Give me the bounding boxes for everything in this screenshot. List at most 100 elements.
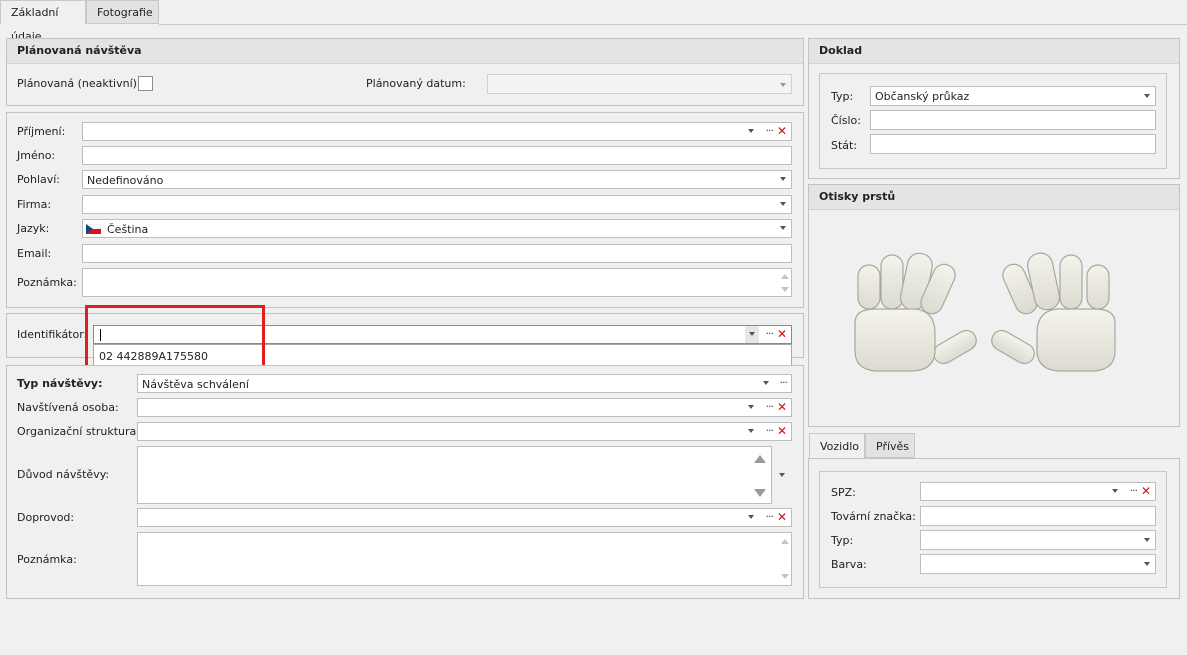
visit-note-label: Poznámka:	[17, 553, 77, 566]
document-title: Doklad	[809, 39, 1179, 64]
clear-icon[interactable]: ✕	[777, 423, 787, 440]
dropdown-button[interactable]	[745, 326, 759, 343]
ellipsis-icon[interactable]: ···	[766, 326, 774, 342]
visited-person-label: Navštívená osoba:	[17, 401, 119, 414]
name-label: Jméno:	[17, 149, 56, 162]
visit-reason-textarea[interactable]	[137, 446, 772, 504]
scroll-down-icon[interactable]	[781, 287, 789, 292]
document-type-select[interactable]: Občanský průkaz	[870, 86, 1156, 106]
scroll-up-icon[interactable]	[781, 539, 789, 544]
fingerprints-title: Otisky prstů	[809, 185, 1179, 210]
chevron-down-icon[interactable]	[748, 405, 754, 409]
chevron-down-icon[interactable]	[779, 473, 785, 477]
document-type-label: Typ:	[831, 90, 854, 103]
scroll-up-icon[interactable]	[754, 455, 766, 463]
escort-field[interactable]: ··· ✕	[137, 508, 792, 527]
scroll-down-icon[interactable]	[781, 574, 789, 579]
company-label: Firma:	[17, 198, 52, 211]
planned-visit-title: Plánovaná návštěva	[7, 39, 803, 64]
escort-label: Doprovod:	[17, 511, 75, 524]
chevron-down-icon[interactable]	[1144, 538, 1150, 542]
vehicle-type-label: Typ:	[831, 534, 854, 547]
right-thumb[interactable]	[988, 327, 1038, 367]
document-type-value: Občanský průkaz	[875, 90, 970, 103]
planned-visit-panel: Plánovaná návštěva	[6, 38, 804, 106]
ellipsis-icon[interactable]: ···	[766, 399, 774, 415]
right-ring-finger[interactable]	[1059, 254, 1083, 310]
chevron-down-icon[interactable]	[780, 177, 786, 181]
chevron-down-icon[interactable]	[1144, 562, 1150, 566]
tab-vehicle[interactable]: Vozidlo	[809, 433, 865, 458]
chevron-down-icon[interactable]	[748, 515, 754, 519]
person-note-label: Poznámka:	[17, 276, 77, 289]
document-state-field[interactable]	[870, 134, 1156, 154]
brand-field[interactable]	[920, 506, 1156, 526]
ellipsis-icon[interactable]: ···	[766, 509, 774, 525]
hands-icon[interactable]	[845, 245, 1130, 380]
tab-photo[interactable]: Fotografie	[86, 0, 159, 24]
left-thumb[interactable]	[930, 327, 980, 367]
tab-trailer[interactable]: Přívěs	[865, 433, 915, 458]
clear-icon[interactable]: ✕	[777, 326, 787, 343]
identifier-label: Identifikátor:	[17, 328, 88, 341]
planned-date-field[interactable]	[487, 74, 792, 94]
document-number-label: Číslo:	[831, 114, 861, 127]
chevron-down-icon[interactable]	[1144, 94, 1150, 98]
ellipsis-icon[interactable]: ···	[766, 423, 774, 439]
person-note-textarea[interactable]	[82, 268, 792, 297]
name-field[interactable]	[82, 146, 792, 165]
chevron-down-icon[interactable]	[780, 83, 786, 87]
gender-select[interactable]: Nedefinováno	[82, 170, 792, 189]
tab-basic-info[interactable]: Základní údaje	[0, 0, 86, 43]
org-structure-field[interactable]: ··· ✕	[137, 422, 792, 441]
ellipsis-icon[interactable]: ···	[1130, 483, 1138, 499]
clear-icon[interactable]: ✕	[1141, 483, 1151, 500]
planned-inactive-label: Plánovaná (neaktivní):	[17, 77, 141, 90]
visited-person-field[interactable]: ··· ✕	[137, 398, 792, 417]
scroll-up-icon[interactable]	[781, 274, 789, 279]
visit-note-textarea[interactable]	[137, 532, 792, 586]
gender-value: Nedefinováno	[87, 174, 164, 187]
language-value: Čeština	[107, 223, 149, 236]
org-structure-label: Organizační struktura:	[17, 425, 140, 438]
color-label: Barva:	[831, 558, 867, 571]
ellipsis-icon[interactable]: ···	[766, 123, 774, 139]
clear-icon[interactable]: ✕	[777, 399, 787, 416]
tab-label: Vozidlo	[820, 440, 859, 453]
surname-label: Příjmení:	[17, 125, 66, 138]
chevron-down-icon[interactable]	[780, 226, 786, 230]
chevron-down-icon[interactable]	[748, 129, 754, 133]
clear-icon[interactable]: ✕	[777, 509, 787, 526]
language-label: Jazyk:	[17, 222, 50, 235]
visit-type-value: Návštěva schválení	[142, 378, 249, 391]
visit-type-label: Typ návštěvy:	[17, 377, 103, 390]
planned-date-label: Plánovaný datum:	[366, 77, 466, 90]
chevron-down-icon[interactable]	[1112, 489, 1118, 493]
chevron-down-icon[interactable]	[748, 429, 754, 433]
tab-label: Přívěs	[876, 440, 910, 453]
left-ring-finger[interactable]	[880, 254, 904, 310]
language-select[interactable]: Čeština	[82, 219, 792, 238]
company-select[interactable]	[82, 195, 792, 214]
email-label: Email:	[17, 247, 52, 260]
right-little-finger[interactable]	[1086, 264, 1110, 310]
planned-checkbox[interactable]	[138, 76, 153, 91]
email-field[interactable]	[82, 244, 792, 263]
brand-label: Tovární značka:	[831, 510, 916, 523]
czech-flag-icon	[86, 224, 101, 234]
plate-field[interactable]: ··· ✕	[920, 482, 1156, 501]
visit-type-select[interactable]: Návštěva schválení ···	[137, 374, 792, 393]
right-palm	[1036, 308, 1116, 372]
color-select[interactable]	[920, 554, 1156, 574]
vehicle-type-select[interactable]	[920, 530, 1156, 550]
plate-label: SPZ:	[831, 486, 856, 499]
ellipsis-icon[interactable]: ···	[780, 375, 788, 391]
scroll-down-icon[interactable]	[754, 489, 766, 497]
chevron-down-icon[interactable]	[749, 332, 755, 336]
clear-icon[interactable]: ✕	[777, 123, 787, 140]
chevron-down-icon[interactable]	[780, 202, 786, 206]
left-little-finger[interactable]	[857, 264, 881, 310]
chevron-down-icon[interactable]	[763, 381, 769, 385]
document-number-field[interactable]	[870, 110, 1156, 130]
surname-field[interactable]: ··· ✕	[82, 122, 792, 141]
